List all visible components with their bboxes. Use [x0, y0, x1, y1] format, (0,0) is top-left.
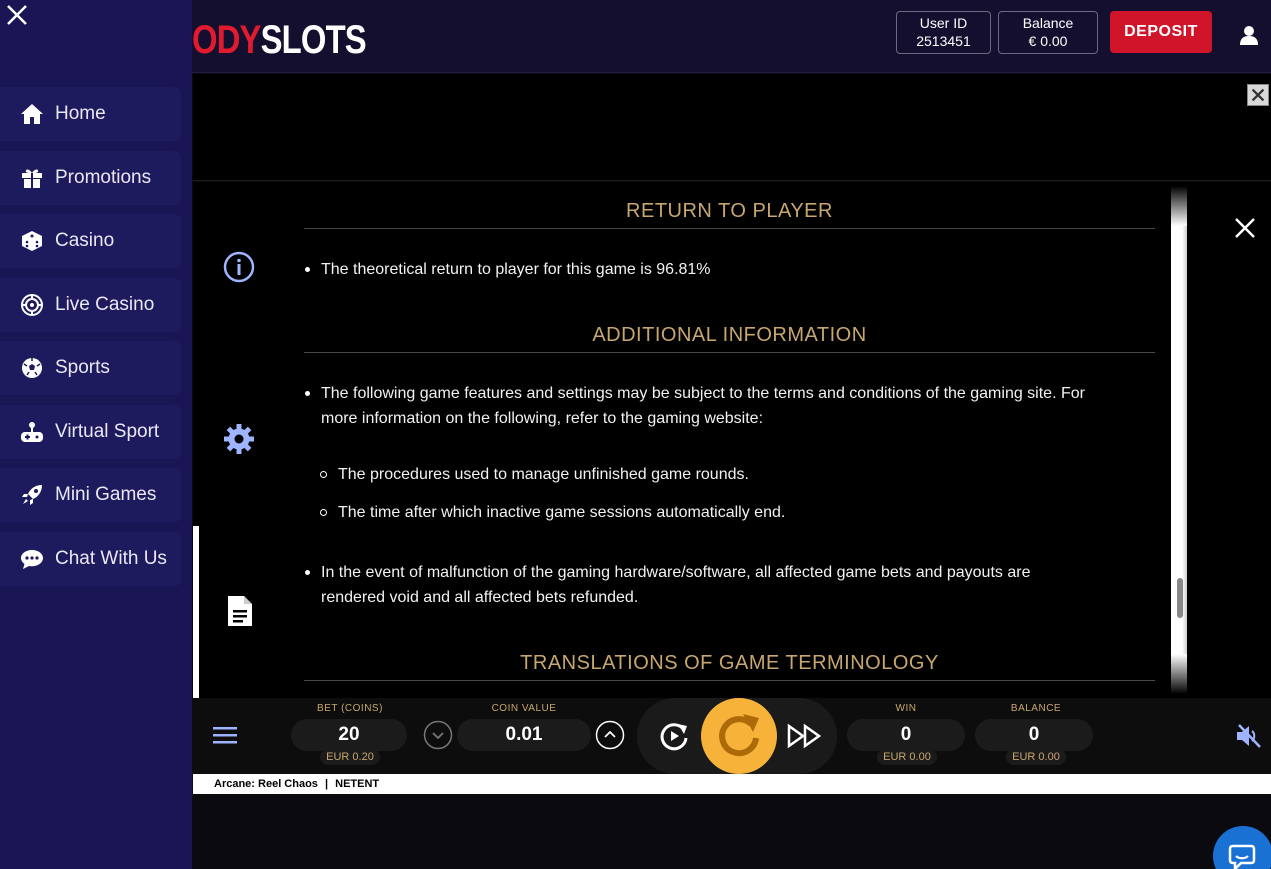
bullet-dot: [305, 267, 310, 272]
malfunction-line2: rendered void and all affected bets refu…: [321, 589, 639, 606]
chat-icon: [17, 547, 47, 571]
balance-eur: EUR 0.00: [1006, 749, 1066, 765]
sidebar-item-mini-games[interactable]: Mini Games: [0, 468, 181, 522]
user-id-value: 2513451: [916, 33, 971, 49]
game-info-panel: RETURN TO PLAYER The theoretical return …: [193, 182, 1271, 698]
rocket-icon: [17, 483, 47, 507]
sidebar: Home Promotions Casino Live Casino Sport: [0, 0, 192, 869]
sidebar-item-sports[interactable]: Sports: [0, 341, 181, 395]
sub-bullet-ring: [320, 509, 327, 516]
scrollbar-thumb[interactable]: [1177, 578, 1183, 618]
user-icon[interactable]: [1238, 24, 1260, 46]
logo-red-text: ODY: [192, 18, 261, 62]
sidebar-item-casino[interactable]: Casino: [0, 214, 181, 268]
info-icon[interactable]: [223, 251, 255, 283]
document-icon[interactable]: [226, 594, 254, 628]
chat-bubble-icon: [1228, 844, 1256, 869]
rtp-text: The theoretical return to player for thi…: [321, 261, 711, 278]
section-title-additional: ADDITIONAL INFORMATION: [592, 324, 867, 346]
sidebar-item-label: Promotions: [55, 167, 152, 188]
settings-gear-icon[interactable]: [223, 423, 255, 455]
win-eur: EUR 0.00: [877, 749, 937, 765]
section-divider: [304, 352, 1155, 353]
balance-value: 0: [975, 719, 1093, 751]
dice-icon: [17, 229, 47, 253]
sidebar-item-label: Home: [55, 103, 106, 124]
site-logo[interactable]: ODYSLOTS: [192, 18, 367, 62]
close-icon[interactable]: [4, 2, 30, 28]
section-divider: [304, 680, 1155, 681]
sound-muted-icon[interactable]: [1235, 723, 1263, 749]
sidebar-item-label: Sports: [55, 357, 110, 378]
malfunction-line1: In the event of malfunction of the gamin…: [321, 564, 1031, 581]
sidebar-item-live-casino[interactable]: Live Casino: [0, 278, 181, 332]
sub-item-1: The procedures used to manage unfinished…: [338, 466, 749, 483]
sidebar-item-chat[interactable]: Chat With Us: [0, 532, 181, 586]
section-divider: [304, 228, 1155, 229]
user-id-label: User ID: [919, 15, 968, 31]
home-icon: [17, 102, 47, 126]
page: ODYSLOTS User ID 2513451 Balance € 0.00 …: [0, 0, 1271, 869]
balance-value: € 0.00: [1028, 33, 1068, 49]
section-title-translations: TRANSLATIONS OF GAME TERMINOLOGY: [520, 652, 939, 674]
sidebar-item-label: Mini Games: [55, 484, 157, 505]
banner-area: [193, 74, 1271, 181]
gamepad-icon: [17, 420, 47, 444]
spin-button[interactable]: [701, 698, 777, 774]
sidebar-item-label: Virtual Sport: [55, 421, 160, 442]
game-provider: NETENT: [335, 778, 380, 790]
additional-intro-line2: more information on the following, refer…: [321, 410, 764, 427]
bet-eur: EUR 0.20: [320, 749, 380, 765]
bullet-dot: [305, 570, 310, 575]
banner-close-icon[interactable]: [1247, 84, 1269, 106]
sub-item-2: The time after which inactive game sessi…: [338, 504, 786, 521]
sidebar-item-label: Casino: [55, 230, 115, 251]
game-control-bar: BET (COINS) 20 EUR 0.20 COIN VALUE 0.01: [193, 698, 1271, 774]
deposit-button[interactable]: DEPOSIT: [1110, 11, 1212, 53]
user-id-box: User ID 2513451: [896, 11, 991, 54]
balance-label: BALANCE: [1010, 703, 1062, 714]
sidebar-item-label: Live Casino: [55, 294, 155, 315]
spin-icon: [719, 714, 759, 757]
bet-label: BET (COINS): [317, 703, 383, 714]
balance-box: Balance € 0.00: [998, 11, 1098, 54]
sidebar-item-label: Chat With Us: [55, 548, 167, 569]
sidebar-item-home[interactable]: Home: [0, 87, 181, 141]
active-section-marker: [193, 526, 199, 698]
footer-separator: |: [325, 778, 329, 790]
soccer-ball-icon: [17, 356, 47, 380]
win-label: WIN: [895, 703, 917, 714]
sidebar-item-promotions[interactable]: Promotions: [0, 151, 181, 205]
bet-value[interactable]: 20: [291, 719, 407, 751]
gift-icon: [17, 166, 47, 190]
balance-label: Balance: [1022, 15, 1074, 31]
game-name: Arcane: Reel Chaos: [214, 778, 318, 790]
bullet-dot: [305, 391, 310, 396]
coin-decrease-icon[interactable]: [423, 720, 453, 750]
live-chat-button[interactable]: [1213, 826, 1271, 869]
menu-icon[interactable]: [213, 725, 237, 745]
sidebar-item-virtual-sport[interactable]: Virtual Sport: [0, 405, 181, 459]
win-value: 0: [847, 719, 965, 751]
game-info-footer: Arcane: Reel Chaos | NETENT: [193, 774, 1271, 794]
sub-bullet-ring: [320, 471, 327, 478]
logo-white-text: SLOTS: [260, 18, 367, 62]
fast-forward-icon[interactable]: [787, 723, 823, 749]
additional-intro-line1: The following game features and settings…: [321, 385, 1085, 402]
section-title-rtp: RETURN TO PLAYER: [626, 200, 833, 222]
coin-increase-icon[interactable]: [595, 720, 625, 750]
coin-value[interactable]: 0.01: [457, 719, 591, 751]
panel-close-icon[interactable]: [1233, 216, 1257, 240]
coin-value-label: COIN VALUE: [491, 703, 557, 714]
autoplay-icon[interactable]: [656, 718, 692, 754]
roulette-icon: [17, 293, 47, 317]
